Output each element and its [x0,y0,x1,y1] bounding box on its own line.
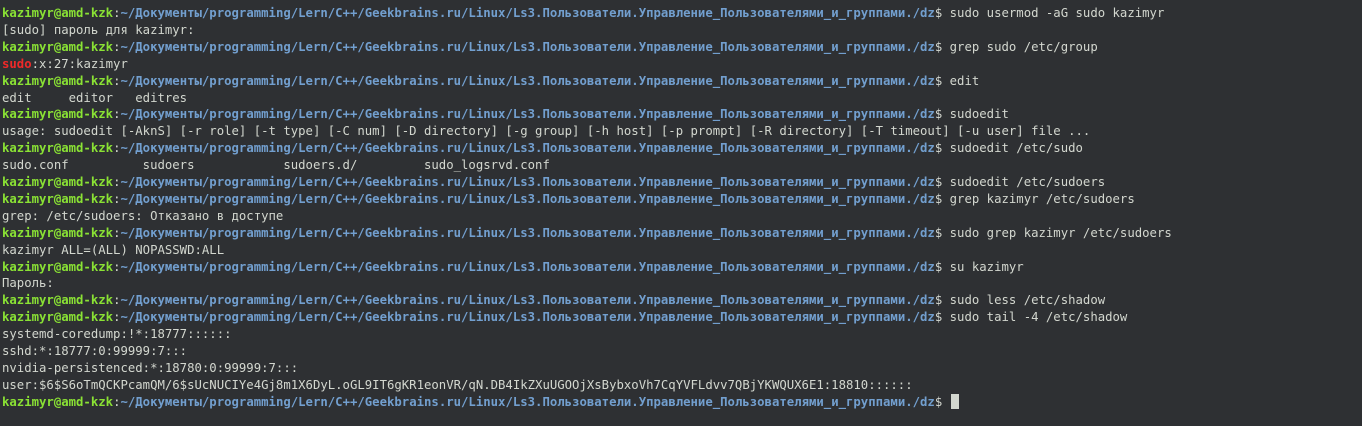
prompt-line: kazimyr@amd-kzk:~/Документы/programming/… [2,309,1127,326]
prompt-line: kazimyr@amd-kzk:~/Документы/programming/… [2,39,1098,56]
command-text: sudoedit [949,107,1009,122]
output-line: nvidia-persistenced:*:18780:0:99999:7::: [2,360,298,377]
prompt-dollar: $ [934,141,950,156]
command-text: grep kazimyr /etc/sudoers [949,191,1135,206]
command-text: sudo usermod -aG sudo kazimyr [949,6,1165,20]
output-text: nvidia-persistenced:*:18780:0:99999:7::: [2,360,299,375]
prompt-dollar: $ [934,293,950,308]
output-line: Пароль: [2,275,54,292]
prompt-line: kazimyr@amd-kzk:~/Документы/programming/… [2,259,1024,276]
prompt-user-host: kazimyr@amd-kzk [2,6,114,20]
prompt-path: ~/Документы/programming/Lern/C++/Geekbra… [120,394,935,409]
prompt-user-host: kazimyr@amd-kzk [2,73,114,88]
prompt-user-host: kazimyr@amd-kzk [2,107,114,122]
prompt-path: ~/Документы/programming/Lern/C++/Geekbra… [120,39,935,54]
prompt-dollar: $ [934,6,950,20]
prompt-path: ~/Документы/programming/Lern/C++/Geekbra… [120,259,935,274]
prompt-line: kazimyr@amd-kzk:~/Документы/programming/… [2,292,1105,309]
prompt-line: kazimyr@amd-kzk:~/Документы/programming/… [2,5,1164,22]
prompt-path: ~/Документы/programming/Lern/C++/Geekbra… [120,73,935,88]
command-text: sudo less /etc/shadow [949,293,1106,308]
output-text: usage: sudoedit [-AknS] [-r role] [-t ty… [2,124,1091,139]
prompt-user-host: kazimyr@amd-kzk [2,39,114,54]
prompt-dollar: $ [934,310,950,325]
command-text: su kazimyr [949,259,1024,274]
prompt-dollar: $ [934,225,950,240]
output-text: [sudo] пароль для kazimyr: [2,22,195,37]
prompt-dollar: $ [934,39,950,54]
output-line: edit editor editres [2,90,187,107]
output-text: edit editor editres [2,90,188,105]
output-text: sudo.conf sudoers sudoers.d/ sudo_logsrv… [2,158,550,173]
prompt-user-host: kazimyr@amd-kzk [2,175,114,189]
prompt-dollar: $ [934,73,950,88]
prompt-dollar: $ [934,259,950,274]
prompt-path: ~/Документы/programming/Lern/C++/Geekbra… [120,107,935,122]
output-text: :x:27:kazimyr [31,56,128,71]
prompt-user-host: kazimyr@amd-kzk [2,191,114,206]
output-line: user:$6$S6oTmQCKPcamQM/6$sUcNUCIYe4Gj8m1… [2,377,913,394]
prompt-dollar: $ [934,107,950,122]
output-line: sudo:x:27:kazimyr [2,56,128,73]
terminal-window[interactable]: kazimyr@amd-kzk:~/Документы/programming/… [0,0,1362,426]
prompt-user-host: kazimyr@amd-kzk [2,310,114,325]
command-text: sudo grep kazimyr /etc/sudoers [949,225,1172,240]
prompt-line: kazimyr@amd-kzk:~/Документы/programming/… [2,191,1135,208]
output-line: sshd:*:18777:0:99999:7::: [2,343,187,360]
prompt-path: ~/Документы/programming/Lern/C++/Geekbra… [120,293,935,308]
output-text: kazimyr ALL=(ALL) NOPASSWD:ALL [2,242,225,257]
command-text: edit [949,73,980,88]
output-text: systemd-coredump:!*:18777:::::: [2,327,232,342]
output-text: sshd:*:18777:0:99999:7::: [2,344,188,358]
text-cursor[interactable] [950,393,959,409]
output-text: grep: /etc/sudoers: Отказано в доступе [2,208,284,223]
command-text: sudoedit /etc/sudoers [949,175,1106,189]
output-line: kazimyr ALL=(ALL) NOPASSWD:ALL [2,242,224,259]
prompt-user-host: kazimyr@amd-kzk [2,225,114,240]
prompt-path: ~/Документы/programming/Lern/C++/Geekbra… [120,175,935,189]
prompt-user-host: kazimyr@amd-kzk [2,394,114,409]
grep-match: sudo [2,56,32,71]
prompt-path: ~/Документы/programming/Lern/C++/Geekbra… [120,225,935,240]
command-text: grep sudo /etc/group [949,39,1098,54]
output-text: user:$6$S6oTmQCKPcamQM/6$sUcNUCIYe4Gj8m1… [2,377,913,392]
prompt-path: ~/Документы/programming/Lern/C++/Geekbra… [120,6,935,20]
output-line: grep: /etc/sudoers: Отказано в доступе [2,208,283,225]
command-text: sudoedit /etc/sudo [949,141,1083,156]
prompt-line: kazimyr@amd-kzk:~/Документы/programming/… [2,393,959,411]
output-text: Пароль: [2,276,54,291]
prompt-dollar: $ [934,175,950,189]
prompt-line: kazimyr@amd-kzk:~/Документы/programming/… [2,106,1009,123]
prompt-dollar: $ [934,191,950,206]
output-line: sudo.conf sudoers sudoers.d/ sudo_logsrv… [2,157,550,174]
prompt-user-host: kazimyr@amd-kzk [2,141,114,156]
prompt-path: ~/Документы/programming/Lern/C++/Geekbra… [120,191,935,206]
prompt-dollar: $ [934,394,950,409]
prompt-line: kazimyr@amd-kzk:~/Документы/programming/… [2,73,979,90]
prompt-line: kazimyr@amd-kzk:~/Документы/programming/… [2,174,1105,191]
output-line: systemd-coredump:!*:18777:::::: [2,326,232,343]
output-line: [sudo] пароль для kazimyr: [2,22,195,39]
prompt-user-host: kazimyr@amd-kzk [2,259,114,274]
prompt-path: ~/Документы/programming/Lern/C++/Geekbra… [120,141,935,156]
prompt-line: kazimyr@amd-kzk:~/Документы/programming/… [2,140,1083,157]
prompt-line: kazimyr@amd-kzk:~/Документы/programming/… [2,225,1172,242]
output-line: usage: sudoedit [-AknS] [-r role] [-t ty… [2,123,1090,140]
command-text: sudo tail -4 /etc/shadow [949,310,1128,325]
prompt-user-host: kazimyr@amd-kzk [2,293,114,308]
prompt-path: ~/Документы/programming/Lern/C++/Geekbra… [120,310,935,325]
